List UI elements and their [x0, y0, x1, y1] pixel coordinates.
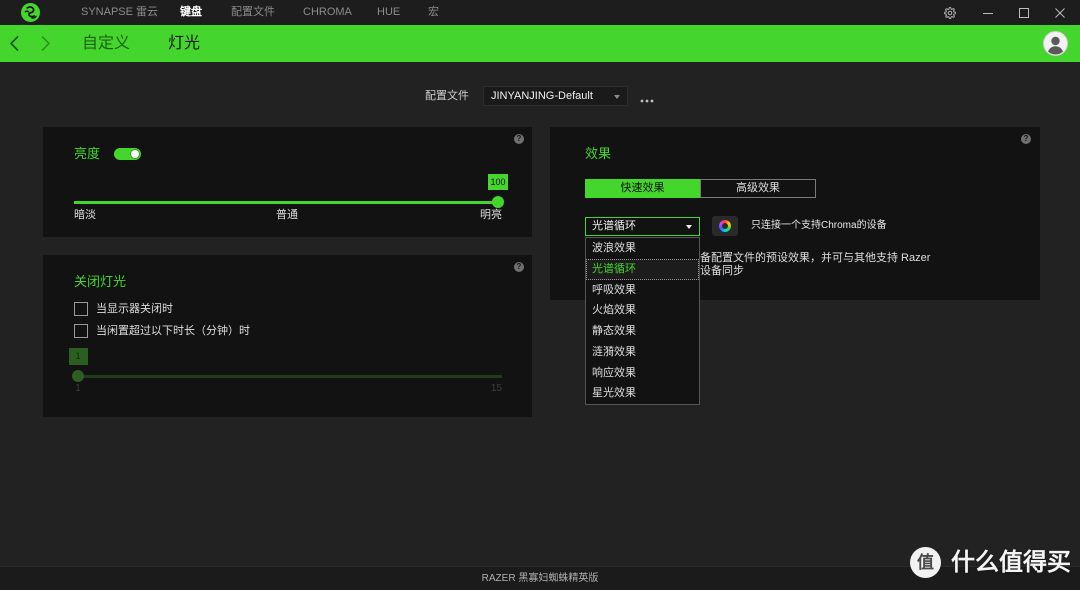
- nav-chroma[interactable]: CHROMA: [303, 0, 352, 25]
- idle-timeout-checkbox[interactable]: [74, 324, 88, 338]
- chroma-button[interactable]: [712, 216, 738, 236]
- effect-dropdown-list: 波浪效果 光谱循环 呼吸效果 火焰效果 静态效果 涟漪效果 响应效果 星光效果: [585, 237, 700, 405]
- tab-customize[interactable]: 自定义: [82, 25, 130, 62]
- minimize-icon: [983, 12, 993, 14]
- brightness-label-high: 明亮: [480, 209, 502, 221]
- effect-option[interactable]: 静态效果: [586, 321, 699, 342]
- help-icon[interactable]: [514, 262, 524, 272]
- chevron-left-icon: [9, 35, 19, 52]
- display-off-label: 当显示器关闭时: [96, 303, 173, 315]
- user-avatar-button[interactable]: [1043, 31, 1068, 56]
- effect-option[interactable]: 响应效果: [586, 363, 699, 384]
- brightness-title: 亮度: [74, 146, 101, 161]
- settings-button[interactable]: [938, 0, 962, 25]
- maximize-button[interactable]: [1012, 0, 1036, 25]
- effect-option[interactable]: 波浪效果: [586, 238, 699, 259]
- brightness-panel: 亮度 100 暗淡 普通 明亮: [43, 127, 532, 237]
- close-button[interactable]: [1048, 0, 1072, 25]
- effect-option[interactable]: 火焰效果: [586, 300, 699, 321]
- chevron-down-icon: [686, 225, 692, 229]
- effect-dropdown-value: 光谱循环: [592, 220, 636, 232]
- minimize-button[interactable]: [976, 0, 1000, 25]
- back-button[interactable]: [8, 35, 22, 52]
- toggle-knob: [131, 150, 139, 158]
- nav-keyboard[interactable]: 键盘: [180, 0, 202, 25]
- more-options-button[interactable]: [640, 94, 654, 103]
- brightness-slider-fill: [74, 201, 498, 204]
- effect-option[interactable]: 涟漪效果: [586, 342, 699, 363]
- nav-macro[interactable]: 宏: [428, 0, 439, 25]
- idle-timer-slider-track[interactable]: [78, 375, 502, 378]
- tab-quick-effects[interactable]: 快速效果: [585, 179, 700, 198]
- idle-timer-min-label: 1: [75, 383, 81, 394]
- profile-dropdown[interactable]: JINYANJING-Default: [483, 86, 628, 106]
- effect-description-line-1: 备配置文件的预设效果，并可与其他支持 Razer: [700, 252, 931, 264]
- help-icon[interactable]: [1021, 134, 1031, 144]
- watermark-logo: 值: [910, 547, 941, 578]
- gear-icon: [944, 6, 956, 19]
- nav-synapse[interactable]: SYNAPSE 雷云: [81, 0, 158, 25]
- close-icon: [1055, 7, 1065, 18]
- effect-option[interactable]: 光谱循环: [586, 258, 699, 280]
- brightness-slider-value-badge: 100: [488, 174, 508, 190]
- nav-hue[interactable]: HUE: [377, 0, 400, 25]
- sub-navigation-bar: 自定义 灯光: [0, 25, 1080, 62]
- title-bar: SYNAPSE 雷云 键盘 配置文件 CHROMA HUE 宏: [0, 0, 1080, 25]
- user-avatar-icon: [1043, 31, 1068, 56]
- chroma-icon: [719, 220, 731, 232]
- idle-timeout-label: 当闲置超过以下时长（分钟）时: [96, 325, 250, 337]
- effect-description-line-2: 设备同步: [700, 265, 744, 277]
- profile-label: 配置文件: [425, 90, 469, 102]
- chroma-note: 只连接一个支持Chroma的设备: [751, 220, 887, 231]
- nav-profiles[interactable]: 配置文件: [231, 0, 275, 25]
- effect-option[interactable]: 星光效果: [586, 383, 699, 404]
- forward-button[interactable]: [38, 35, 52, 52]
- chevron-down-icon: [614, 95, 620, 99]
- brightness-label-low: 暗淡: [74, 209, 96, 221]
- brightness-label-mid: 普通: [276, 209, 298, 221]
- profile-dropdown-value: JINYANJING-Default: [491, 90, 593, 102]
- idle-timer-slider-value-badge: 1: [68, 348, 88, 365]
- brightness-toggle[interactable]: [114, 148, 141, 160]
- watermark-text: 什么值得买: [951, 549, 1071, 576]
- lights-off-panel: 关闭灯光 当显示器关闭时 当闲置超过以下时长（分钟）时 1 1 15: [43, 255, 532, 417]
- brightness-slider-track[interactable]: [74, 201, 498, 204]
- lights-off-title: 关闭灯光: [74, 274, 127, 289]
- razer-logo-icon[interactable]: [21, 3, 40, 22]
- maximize-icon: [1019, 7, 1029, 18]
- help-icon[interactable]: [514, 134, 524, 144]
- more-icon: [640, 99, 654, 103]
- effect-dropdown[interactable]: 光谱循环: [585, 217, 700, 236]
- tab-lighting[interactable]: 灯光: [168, 25, 200, 62]
- tab-advanced-effects[interactable]: 高级效果: [700, 179, 816, 198]
- idle-timer-slider-thumb[interactable]: [72, 370, 84, 382]
- effect-option[interactable]: 呼吸效果: [586, 280, 699, 301]
- display-off-checkbox[interactable]: [74, 302, 88, 316]
- idle-timer-max-label: 15: [490, 383, 502, 394]
- chevron-right-icon: [41, 35, 51, 52]
- effects-title: 效果: [585, 146, 612, 161]
